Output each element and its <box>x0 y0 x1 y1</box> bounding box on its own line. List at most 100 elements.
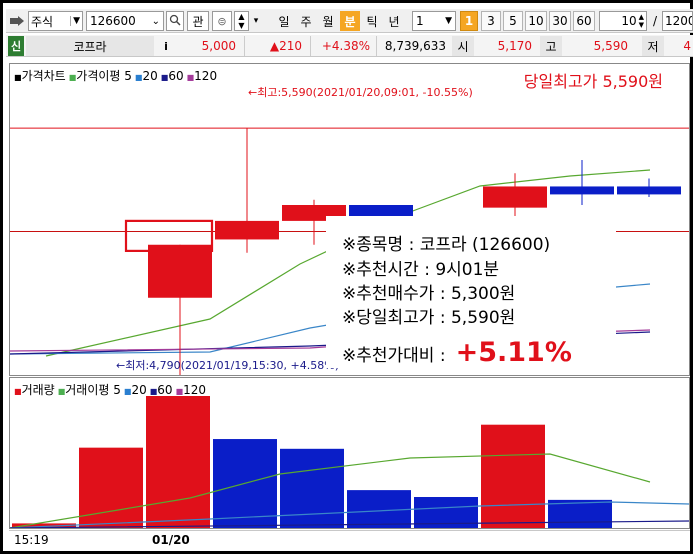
tab-minute-label: 분 <box>344 14 356 29</box>
time-axis: 15:19 01/20 <box>9 530 690 550</box>
volume-bar <box>146 396 210 528</box>
minute-btn-30[interactable]: 30 <box>549 11 571 31</box>
stepper-arrows-icon: ▲ ▼ <box>638 13 644 29</box>
info-gain-value: +5.11% <box>455 337 572 368</box>
minute-btn-10[interactable]: 10 <box>525 11 547 31</box>
tab-week[interactable]: 주 <box>296 11 316 31</box>
minute-btn-3-label: 3 <box>487 14 495 28</box>
chart-menu-icon[interactable] <box>8 11 26 31</box>
legend-label: 거래이평 5 <box>65 383 121 397</box>
arrow-down-icon: ▼ <box>238 21 245 30</box>
interval-select[interactable]: 1 ▼ <box>412 11 456 31</box>
tab-minute[interactable]: 분 <box>340 11 360 31</box>
quote-bar: 신 코프라 i 5,000 ▲210 +4.38% 8,739,633 시 5,… <box>6 35 693 57</box>
link-button[interactable]: ⊜ <box>212 11 232 31</box>
count-stepper[interactable]: 10 ▲ ▼ <box>599 11 647 31</box>
stock-code-value: 126600 <box>90 14 136 28</box>
chevron-down-icon: ▼ <box>70 16 80 26</box>
price-legend-item: ■120 <box>187 69 217 83</box>
credit-badge: 신 <box>8 36 24 56</box>
minute-btn-60-label: 60 <box>576 14 592 28</box>
max-count-input[interactable]: 1200 <box>662 11 693 31</box>
minute-btn-60[interactable]: 60 <box>573 11 595 31</box>
tab-year[interactable]: 년 <box>384 11 404 31</box>
credit-badge-label: 신 <box>10 40 22 53</box>
open-value-text: 5,170 <box>497 39 532 53</box>
trade-volume-value: 8,739,633 <box>384 39 446 53</box>
candle-body <box>483 186 547 208</box>
favorite-button[interactable]: 관 <box>187 11 209 31</box>
legend-label: 60 <box>157 382 173 397</box>
x-tick-label: 01/20 <box>152 533 190 547</box>
daily-high-headline: 당일최고가 5,590원 <box>523 72 663 91</box>
recommendation-info-box: ※종목명 : 코프라 (126600) ※추천시간 : 9시01분 ※추천매수가… <box>326 216 616 368</box>
info-recommend-time: ※추천시간 : 9시01분 <box>342 260 500 280</box>
minute-btn-5[interactable]: 5 <box>503 11 523 31</box>
legend-label: 20 <box>131 382 147 397</box>
minute-btn-3[interactable]: 3 <box>481 11 501 31</box>
minute-btn-30-label: 30 <box>552 14 568 28</box>
legend-label: 60 <box>168 68 184 83</box>
legend-label: 가격차트 <box>21 69 66 83</box>
tab-day[interactable]: 일 <box>274 11 294 31</box>
info-gain-label: ※추천가대비 : <box>342 346 446 366</box>
stock-name: 코프라 <box>26 36 154 56</box>
volume-legend: ■거래량 ■거래이평 5 ■20 ■60 ■120 <box>14 381 206 398</box>
candle-body <box>148 244 212 298</box>
open-label-text: 시 <box>457 39 469 54</box>
legend-label: 120 <box>194 68 218 83</box>
high-value: 5,590 <box>564 36 640 56</box>
legend-swatch-icon: ■ <box>14 73 22 82</box>
hts-chart-window: 주식 ▼ 126600 ⌄ 관 ⊜ ▲▼ ▾ 일 주 월 분 틱 년 1 ▼ <box>0 0 693 554</box>
volume-bar <box>79 447 143 528</box>
trade-volume: 8,739,633 <box>376 36 450 56</box>
favorite-button-label: 관 <box>192 14 204 29</box>
low-value-text: 4 <box>683 39 691 53</box>
price-legend-item: ■20 <box>135 69 158 83</box>
volume-bar <box>347 490 411 528</box>
spin-button[interactable]: ▲ ▼ <box>234 11 249 31</box>
chart-toolbar: 주식 ▼ 126600 ⌄ 관 ⊜ ▲▼ ▾ 일 주 월 분 틱 년 1 ▼ <box>6 9 693 33</box>
price-legend-item: ■가격차트 <box>14 67 66 84</box>
current-price: 5,000 <box>178 36 242 56</box>
info-button[interactable]: i <box>158 36 174 56</box>
stock-name-label: 코프라 <box>73 39 107 54</box>
high-price-marker: ←최고:5,590(2021/01/20,09:01, -10.55%) <box>248 86 473 99</box>
dropdown-icon[interactable]: ▾ <box>250 11 262 31</box>
high-label-text: 고 <box>545 39 557 54</box>
low-label-text: 저 <box>647 39 659 54</box>
high-value-text: 5,590 <box>593 39 628 53</box>
price-legend-item: ■60 <box>161 69 184 83</box>
max-count-value: 1200 <box>665 14 693 28</box>
count-value: 10 <box>621 14 637 28</box>
info-recommend-price: ※추천매수가 : 5,300원 <box>342 284 516 304</box>
tab-tick-label: 틱 <box>366 14 378 29</box>
tab-year-label: 년 <box>388 14 400 29</box>
stock-code-input[interactable]: 126600 ⌄ <box>86 11 164 31</box>
minute-btn-5-label: 5 <box>509 14 517 28</box>
volume-legend-item: ■120 <box>176 383 206 397</box>
change-rate-value: +4.38% <box>321 39 370 53</box>
volume-chart-panel[interactable]: ■거래량 ■거래이평 5 ■20 ■60 ■120 <box>9 377 690 529</box>
market-select[interactable]: 주식 ▼ <box>28 11 83 31</box>
tab-week-label: 주 <box>300 14 312 29</box>
volume-bar <box>280 448 344 528</box>
search-button[interactable] <box>166 11 184 31</box>
minute-btn-1-label: 1 <box>464 14 474 28</box>
volume-legend-item: ■20 <box>124 383 147 397</box>
current-price-value: 5,000 <box>201 39 236 53</box>
interval-value: 1 <box>416 14 424 28</box>
candle-body <box>550 186 614 195</box>
legend-swatch-icon: ■ <box>175 386 184 396</box>
legend-label: 20 <box>142 68 158 83</box>
count-separator: / <box>652 14 658 28</box>
candle-body <box>617 186 681 195</box>
price-legend: ■가격차트 ■가격이평 5 ■20 ■60 ■120 <box>14 67 217 84</box>
volume-legend-item: ■거래이평 5 <box>58 381 121 398</box>
minute-btn-1[interactable]: 1 <box>460 11 478 31</box>
tab-month[interactable]: 월 <box>318 11 338 31</box>
link-icon: ⊜ <box>217 14 227 28</box>
tab-tick[interactable]: 틱 <box>362 11 382 31</box>
price-legend-item: ■가격이평 5 <box>69 67 132 84</box>
low-value: 4 <box>666 36 691 56</box>
